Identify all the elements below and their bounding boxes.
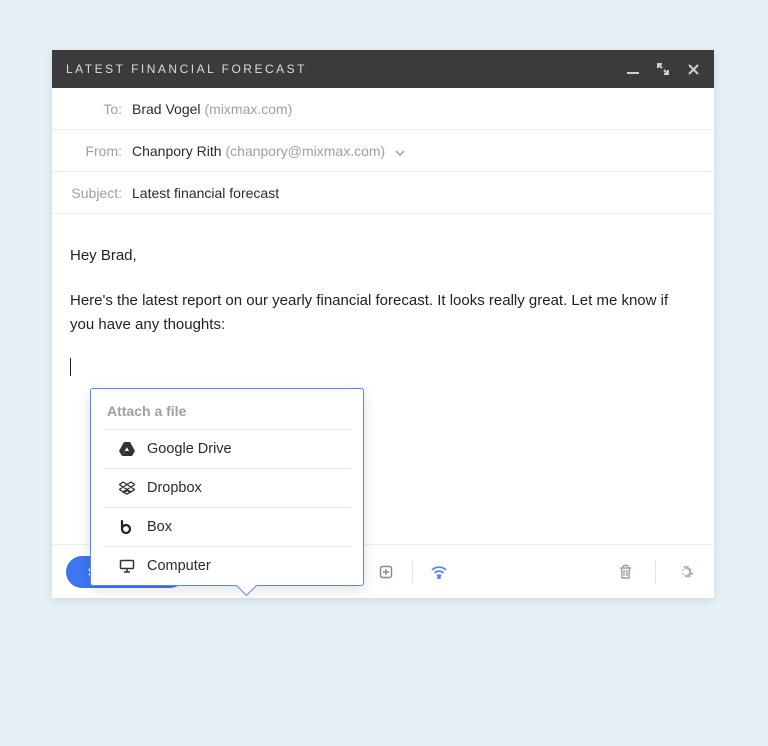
insert-icon[interactable]: [372, 558, 400, 586]
attach-option-google-drive[interactable]: Google Drive: [103, 429, 351, 468]
cursor-line: [70, 356, 696, 379]
attach-popover-title: Attach a file: [91, 389, 363, 429]
from-dropdown-caret[interactable]: [395, 143, 405, 159]
from-label: From:: [66, 143, 122, 159]
box-icon: [119, 519, 135, 535]
subject-label: Subject:: [66, 185, 122, 201]
to-value: Brad Vogel (mixmax.com): [132, 101, 292, 117]
attach-option-computer[interactable]: Computer: [103, 546, 351, 585]
close-icon[interactable]: [686, 62, 700, 76]
from-field-row[interactable]: From: Chanpory Rith (chanpory@mixmax.com…: [52, 130, 714, 172]
from-name: Chanpory Rith: [132, 143, 222, 159]
dropbox-icon: [119, 480, 135, 496]
google-drive-icon: [119, 441, 135, 457]
body-paragraph: Here's the latest report on our yearly f…: [70, 289, 696, 336]
attach-option-dropbox[interactable]: Dropbox: [103, 468, 351, 507]
from-email: (chanpory@mixmax.com): [226, 143, 386, 159]
attach-option-label: Google Drive: [147, 441, 232, 457]
to-field-row[interactable]: To: Brad Vogel (mixmax.com): [52, 88, 714, 130]
to-recipient-domain: (mixmax.com): [205, 101, 293, 117]
attach-option-label: Dropbox: [147, 480, 202, 496]
attach-option-box[interactable]: Box: [103, 507, 351, 546]
minimize-icon[interactable]: [626, 62, 640, 76]
toolbar-divider-2: [655, 561, 656, 583]
window-title: LATEST FINANCIAL FORECAST: [66, 62, 307, 76]
computer-icon: [119, 558, 135, 574]
toolbar-divider: [412, 561, 413, 583]
to-recipient-name: Brad Vogel: [132, 101, 201, 117]
attach-option-label: Computer: [147, 558, 211, 574]
to-label: To:: [66, 101, 122, 117]
attach-option-label: Box: [147, 519, 172, 535]
settings-gear-icon[interactable]: [672, 558, 700, 586]
subject-field-row[interactable]: Subject: Latest financial forecast: [52, 172, 714, 214]
titlebar: LATEST FINANCIAL FORECAST: [52, 50, 714, 88]
wifi-icon[interactable]: [425, 558, 453, 586]
attach-file-popover: Attach a file Google Drive Dropbox Box C…: [90, 388, 364, 586]
subject-value: Latest financial forecast: [132, 185, 279, 201]
expand-icon[interactable]: [656, 62, 670, 76]
body-greeting: Hey Brad,: [70, 244, 696, 267]
trash-icon[interactable]: [611, 558, 639, 586]
from-value: Chanpory Rith (chanpory@mixmax.com): [132, 143, 405, 159]
titlebar-actions: [626, 62, 700, 76]
